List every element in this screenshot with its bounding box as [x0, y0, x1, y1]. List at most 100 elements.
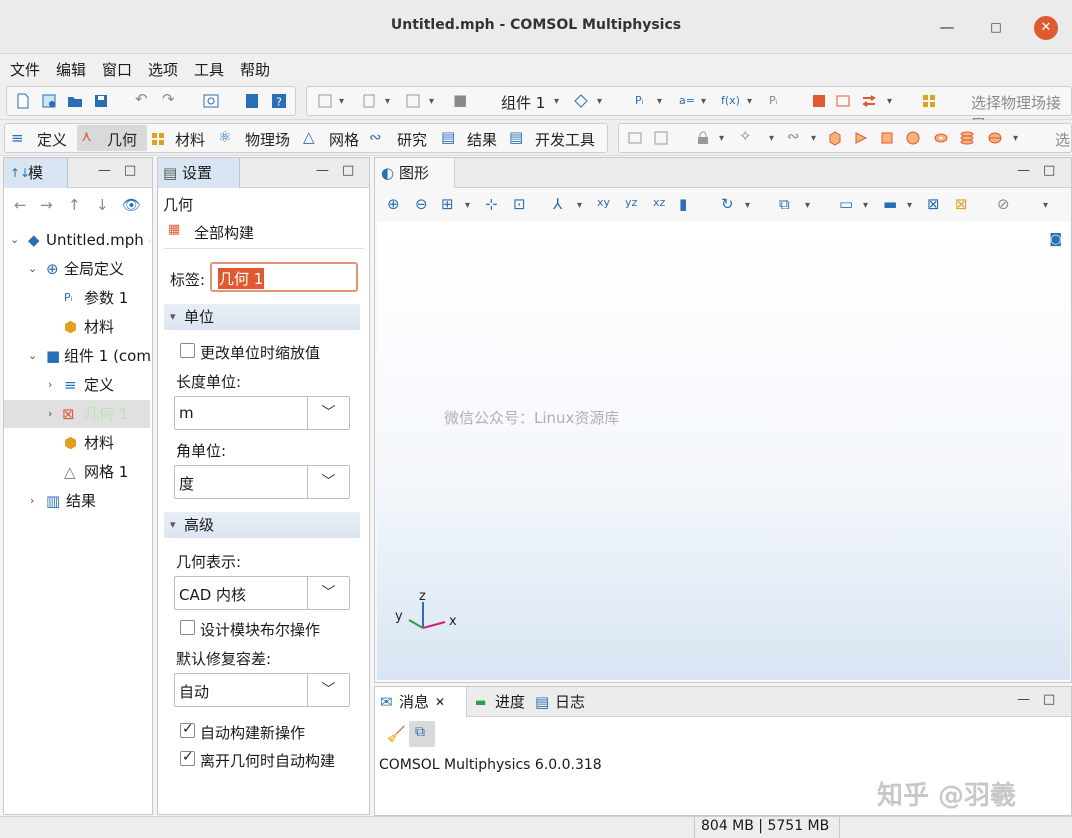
magic-wand-icon[interactable]: ✧ [739, 127, 752, 145]
menu-help[interactable]: 帮助 [240, 59, 270, 80]
back-arrow-icon[interactable]: ← [14, 196, 27, 214]
chevron-down-icon[interactable]: ▾ [811, 133, 816, 144]
chevron-down-icon[interactable]: ▾ [465, 200, 470, 211]
tree-item-mesh[interactable]: △ 网格 1 [4, 458, 150, 486]
chevron-down-icon[interactable]: ﹀ [307, 466, 349, 498]
build-all-icon[interactable]: ▦ [168, 222, 180, 237]
refresh-icon[interactable]: ↻ [721, 195, 734, 213]
parameter-case-icon[interactable]: Pᵢ [769, 94, 778, 107]
close-button[interactable]: ✕ [1034, 16, 1058, 40]
deselect-icon[interactable]: ⊠ [955, 195, 968, 213]
auto-build-new-checkbox[interactable] [180, 721, 195, 738]
minimize-panel-button[interactable]: — [1017, 163, 1030, 178]
import-icon[interactable] [627, 130, 643, 146]
geometry-representation-select[interactable]: CAD 内核 ﹀ [174, 576, 350, 610]
chevron-down-icon[interactable]: ▾ [1043, 200, 1048, 211]
chevron-right-icon[interactable]: › [30, 487, 34, 515]
virtual-ops-icon[interactable]: ∾ [787, 127, 800, 145]
tree-item-global-definitions[interactable]: ⌄ ⊕ 全局定义 [4, 255, 150, 283]
chevron-down-icon[interactable]: ▾ [719, 133, 724, 144]
copy-button[interactable]: ⧉ [409, 721, 435, 747]
chevron-down-icon[interactable]: ﹀ [307, 674, 349, 706]
angle-unit-select[interactable]: 度 ﹀ [174, 465, 350, 499]
new-file-icon[interactable] [15, 93, 31, 109]
tree-item-materials[interactable]: ⬢ 材料 [4, 429, 150, 457]
materials-icon[interactable] [921, 93, 937, 109]
tab-model-builder[interactable]: ↑↓ 模 [4, 158, 68, 188]
view-xy-icon[interactable]: xy [597, 196, 610, 209]
chevron-down-icon[interactable]: ▾ [429, 96, 434, 107]
zoom-in-icon[interactable]: ⊕ [387, 195, 400, 213]
ribbon-materials[interactable]: 材料 [175, 129, 205, 150]
import-icon[interactable] [835, 93, 851, 109]
insert-sequence-icon[interactable] [653, 130, 669, 146]
advanced-section-header[interactable]: 高级 [164, 512, 360, 538]
chevron-down-icon[interactable]: ▾ [701, 96, 706, 107]
ribbon-overflow-label[interactable]: 选 [1055, 129, 1070, 150]
view-yz-icon[interactable]: yz [625, 196, 637, 209]
build-all-button[interactable]: 全部构建 [194, 222, 254, 243]
lock-icon[interactable] [695, 130, 711, 146]
tab-progress[interactable]: ▬ 进度 [471, 687, 531, 717]
select-box-icon[interactable]: ⊠ [927, 195, 940, 213]
design-boolean-checkbox[interactable] [180, 620, 195, 635]
tree-item-parameters[interactable]: Pᵢ 参数 1 [4, 284, 150, 312]
chevron-down-icon[interactable]: ▾ [805, 200, 810, 211]
units-section-header[interactable]: 单位 [164, 304, 360, 330]
tree-item-model[interactable]: ⌄ ◆ Untitled.mph (r [4, 226, 150, 254]
minimize-panel-button[interactable]: — [1017, 692, 1030, 707]
minimize-panel-button[interactable]: — [316, 163, 329, 178]
ellipsoid-icon[interactable] [987, 130, 1003, 146]
tree-item-component[interactable]: ⌄ ■ 组件 1 (comp [4, 342, 150, 370]
maximize-panel-button[interactable]: □ [1043, 163, 1055, 178]
close-icon[interactable]: ✕ [435, 687, 445, 717]
menu-edit[interactable]: 编辑 [56, 59, 86, 80]
move-up-icon[interactable]: ↑ [68, 196, 81, 214]
add-component-icon[interactable] [317, 93, 333, 109]
menu-options[interactable]: 选项 [148, 59, 178, 80]
add-physics-icon[interactable] [361, 93, 377, 109]
tree-item-results[interactable]: › ▥ 结果 [4, 487, 150, 515]
chevron-down-icon[interactable]: ▾ [863, 200, 868, 211]
torus-icon[interactable] [933, 130, 949, 146]
build-all-icon[interactable] [811, 93, 827, 109]
chevron-down-icon[interactable]: ﹀ [307, 577, 349, 609]
chevron-down-icon[interactable]: ▾ [657, 96, 662, 107]
repair-tolerance-select[interactable]: 自动 ﹀ [174, 673, 350, 707]
model-wizard-icon[interactable] [41, 93, 57, 109]
minimize-panel-button[interactable]: — [98, 163, 111, 178]
menu-window[interactable]: 窗口 [102, 59, 132, 80]
select-objects-icon[interactable]: ⧉ [779, 195, 790, 213]
scale-values-checkbox[interactable] [180, 343, 195, 358]
chevron-down-icon[interactable]: ▾ [907, 200, 912, 211]
tab-settings[interactable]: ▤ 设置 [158, 158, 240, 188]
orthographic-icon[interactable]: ▮ [679, 195, 687, 213]
chevron-down-icon[interactable]: ﹀ [307, 397, 349, 429]
ribbon-geometry[interactable]: 几何 [107, 129, 137, 150]
zoom-extents-icon[interactable]: ⊡ [513, 195, 526, 213]
update-icon[interactable] [203, 93, 219, 109]
tab-graphics[interactable]: ◐ 图形 [375, 158, 455, 188]
cone-icon[interactable] [853, 130, 869, 146]
undo-icon[interactable]: ↶ [135, 90, 148, 108]
chevron-down-icon[interactable]: ▾ [554, 96, 559, 107]
chevron-down-icon[interactable]: ▾ [597, 96, 602, 107]
zoom-box-icon[interactable]: ⊞ [441, 195, 454, 213]
chevron-down-icon[interactable]: ▾ [577, 200, 582, 211]
maximize-panel-button[interactable]: □ [124, 163, 136, 178]
redo-icon[interactable]: ↷ [162, 90, 175, 108]
sphere-icon[interactable] [905, 130, 921, 146]
view-xz-icon[interactable]: xz [653, 196, 665, 209]
auto-build-leave-checkbox[interactable] [180, 749, 195, 766]
label-field[interactable]: 几何 1 [210, 262, 358, 292]
graphics-canvas[interactable]: ◙ 微信公众号：Linux资源库 z x y [377, 222, 1070, 680]
hide-icon[interactable]: ⊘ [997, 195, 1010, 213]
ribbon-developer[interactable]: 开发工具 [535, 129, 595, 150]
move-down-icon[interactable]: ↓ [96, 196, 109, 214]
length-unit-select[interactable]: m ﹀ [174, 396, 350, 430]
show-icon[interactable]: 👁 [122, 196, 141, 214]
block-icon[interactable] [827, 130, 843, 146]
tab-messages[interactable]: ✉ 消息 ✕ [375, 687, 467, 717]
selection-icon[interactable] [573, 93, 589, 109]
transform-icon[interactable] [861, 93, 877, 109]
